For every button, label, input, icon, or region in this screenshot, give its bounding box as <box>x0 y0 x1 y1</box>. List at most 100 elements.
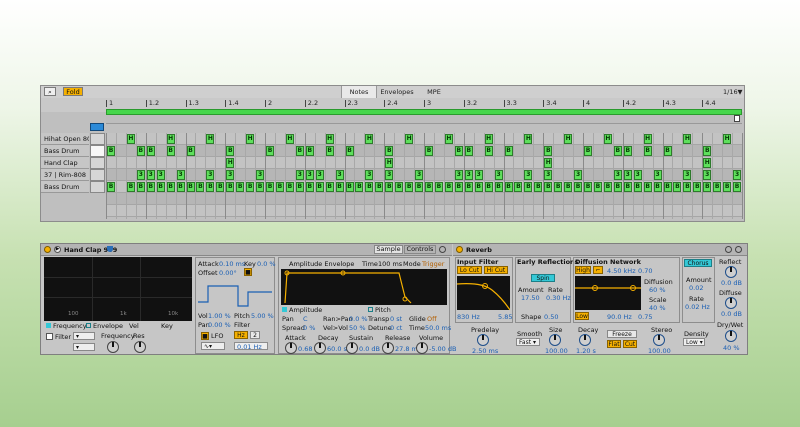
note-cell[interactable]: B <box>107 146 115 156</box>
loop-end-flag[interactable] <box>734 115 740 122</box>
note-grid[interactable]: HHHHHHHHHHHHHHHHBBBBBBBBBBBBBBBBBBBBBBBB… <box>106 133 743 219</box>
note-cell[interactable]: B <box>365 182 374 192</box>
high-shelf-icon[interactable]: ⌐ <box>593 266 603 274</box>
note-cell[interactable]: B <box>385 182 394 192</box>
note-cell[interactable]: B <box>136 146 145 156</box>
drum-pad-key[interactable] <box>90 133 105 145</box>
scale-value[interactable]: 40 % <box>649 304 666 312</box>
low-freq-value[interactable]: 90.0 Hz <box>607 313 632 321</box>
note-cell[interactable]: B <box>266 182 274 192</box>
note-cell[interactable]: B <box>524 182 533 192</box>
note-cell[interactable]: B <box>613 146 622 156</box>
env-mode-value[interactable]: Trigger <box>422 260 444 268</box>
note-cell[interactable]: B <box>186 182 195 192</box>
note-cell[interactable]: B <box>295 182 304 192</box>
note-cell[interactable]: 3 <box>176 170 185 180</box>
note-cell[interactable]: B <box>425 146 433 156</box>
cut-button[interactable]: Cut <box>623 340 637 348</box>
note-cell[interactable]: B <box>206 182 215 192</box>
env-velvol-value[interactable]: 50 % <box>349 324 366 332</box>
note-cell[interactable]: 3 <box>703 170 712 180</box>
note-cell[interactable]: 3 <box>633 170 642 180</box>
note-cell[interactable]: 3 <box>365 170 374 180</box>
drum-row-label[interactable]: Bass Drum <box>41 145 89 157</box>
frequency-knob[interactable] <box>107 341 119 353</box>
drum-row-label[interactable]: Hand Clap <box>41 157 89 169</box>
note-cell[interactable]: 3 <box>256 170 265 180</box>
note-cell[interactable]: 3 <box>623 170 632 180</box>
loop-region[interactable] <box>106 115 742 124</box>
note-cell[interactable]: B <box>295 146 304 156</box>
note-cell[interactable]: B <box>464 182 473 192</box>
play-icon[interactable]: ▶ <box>54 246 61 253</box>
density-select[interactable]: Low ▾ <box>683 338 705 346</box>
note-cell[interactable]: 3 <box>335 170 344 180</box>
note-cell[interactable]: 3 <box>156 170 165 180</box>
pan-value[interactable]: 0.00 % <box>208 321 231 329</box>
pitch-env-icon[interactable] <box>368 307 373 312</box>
note-cell[interactable]: B <box>226 146 235 156</box>
high-button[interactable]: High <box>575 266 591 274</box>
volume-knob[interactable] <box>416 342 428 354</box>
tab-envelopes[interactable]: Envelopes <box>376 86 418 98</box>
size-knob[interactable] <box>549 334 561 346</box>
amplitude-icon[interactable] <box>282 307 287 312</box>
note-cell[interactable]: B <box>385 146 394 156</box>
note-cell[interactable]: B <box>713 182 722 192</box>
predelay-knob[interactable] <box>477 334 489 346</box>
note-cell[interactable]: B <box>584 146 592 156</box>
early-amount-value[interactable]: 17.50 <box>521 294 540 302</box>
note-cell[interactable]: B <box>663 146 672 156</box>
note-cell[interactable]: B <box>703 182 712 192</box>
spin-button[interactable]: Spin <box>531 274 555 282</box>
note-cell[interactable]: B <box>633 182 642 192</box>
offset-value[interactable]: 0.00° <box>219 269 237 277</box>
high-freq-value[interactable]: 4.50 kHz <box>607 267 636 275</box>
note-cell[interactable]: B <box>285 182 294 192</box>
note-cell[interactable]: 3 <box>544 170 553 180</box>
note-cell[interactable]: B <box>643 182 652 192</box>
reverb-help-icon[interactable] <box>735 246 742 253</box>
note-cell[interactable]: B <box>663 182 672 192</box>
note-cell[interactable]: H <box>325 134 334 144</box>
stereo-knob[interactable] <box>653 334 665 346</box>
note-cell[interactable]: B <box>494 182 503 192</box>
early-rate-value[interactable]: 0.30 Hz <box>546 294 571 302</box>
note-cell[interactable]: 3 <box>494 170 503 180</box>
note-cell[interactable]: 3 <box>653 170 662 180</box>
note-cell[interactable]: H <box>385 158 394 168</box>
note-cell[interactable]: B <box>484 182 493 192</box>
drum-pad-key[interactable] <box>90 181 105 193</box>
note-cell[interactable]: H <box>683 134 692 144</box>
flat-button[interactable]: Flat <box>607 340 621 348</box>
note-cell[interactable]: B <box>246 182 255 192</box>
input-filter-width[interactable]: 5.85 <box>498 313 512 321</box>
input-filter-freq[interactable]: 830 Hz <box>457 313 480 321</box>
envelope-graph[interactable] <box>281 269 447 305</box>
clip-start-marker[interactable] <box>90 123 104 131</box>
note-cell[interactable]: H <box>484 134 493 144</box>
note-cell[interactable]: B <box>166 146 175 156</box>
note-cell[interactable]: B <box>564 182 573 192</box>
note-cell[interactable]: B <box>405 182 414 192</box>
note-cell[interactable]: H <box>126 134 135 144</box>
note-cell[interactable]: 3 <box>524 170 533 180</box>
filter-graph[interactable]: 100 1k 10k <box>44 257 192 321</box>
fold-button[interactable]: Fold <box>63 87 83 96</box>
note-cell[interactable]: B <box>186 146 195 156</box>
env-spread-value[interactable]: 0 % <box>303 324 315 332</box>
note-cell[interactable]: H <box>703 158 712 168</box>
env-glide-value[interactable]: Off <box>427 315 437 323</box>
note-cell[interactable]: 3 <box>305 170 314 180</box>
tab-mpe[interactable]: MPE <box>419 86 449 98</box>
low-val[interactable]: 0.75 <box>638 313 652 321</box>
note-cell[interactable]: B <box>434 182 443 192</box>
note-cell[interactable]: H <box>285 134 294 144</box>
note-cell[interactable]: B <box>236 182 245 192</box>
input-filter-graph[interactable] <box>456 276 511 311</box>
note-cell[interactable]: B <box>395 182 404 192</box>
note-cell[interactable]: 3 <box>683 170 692 180</box>
note-cell[interactable]: 3 <box>146 170 155 180</box>
lfo-rate-box[interactable]: 0.01 Hz <box>234 342 268 351</box>
note-cell[interactable]: H <box>246 134 255 144</box>
